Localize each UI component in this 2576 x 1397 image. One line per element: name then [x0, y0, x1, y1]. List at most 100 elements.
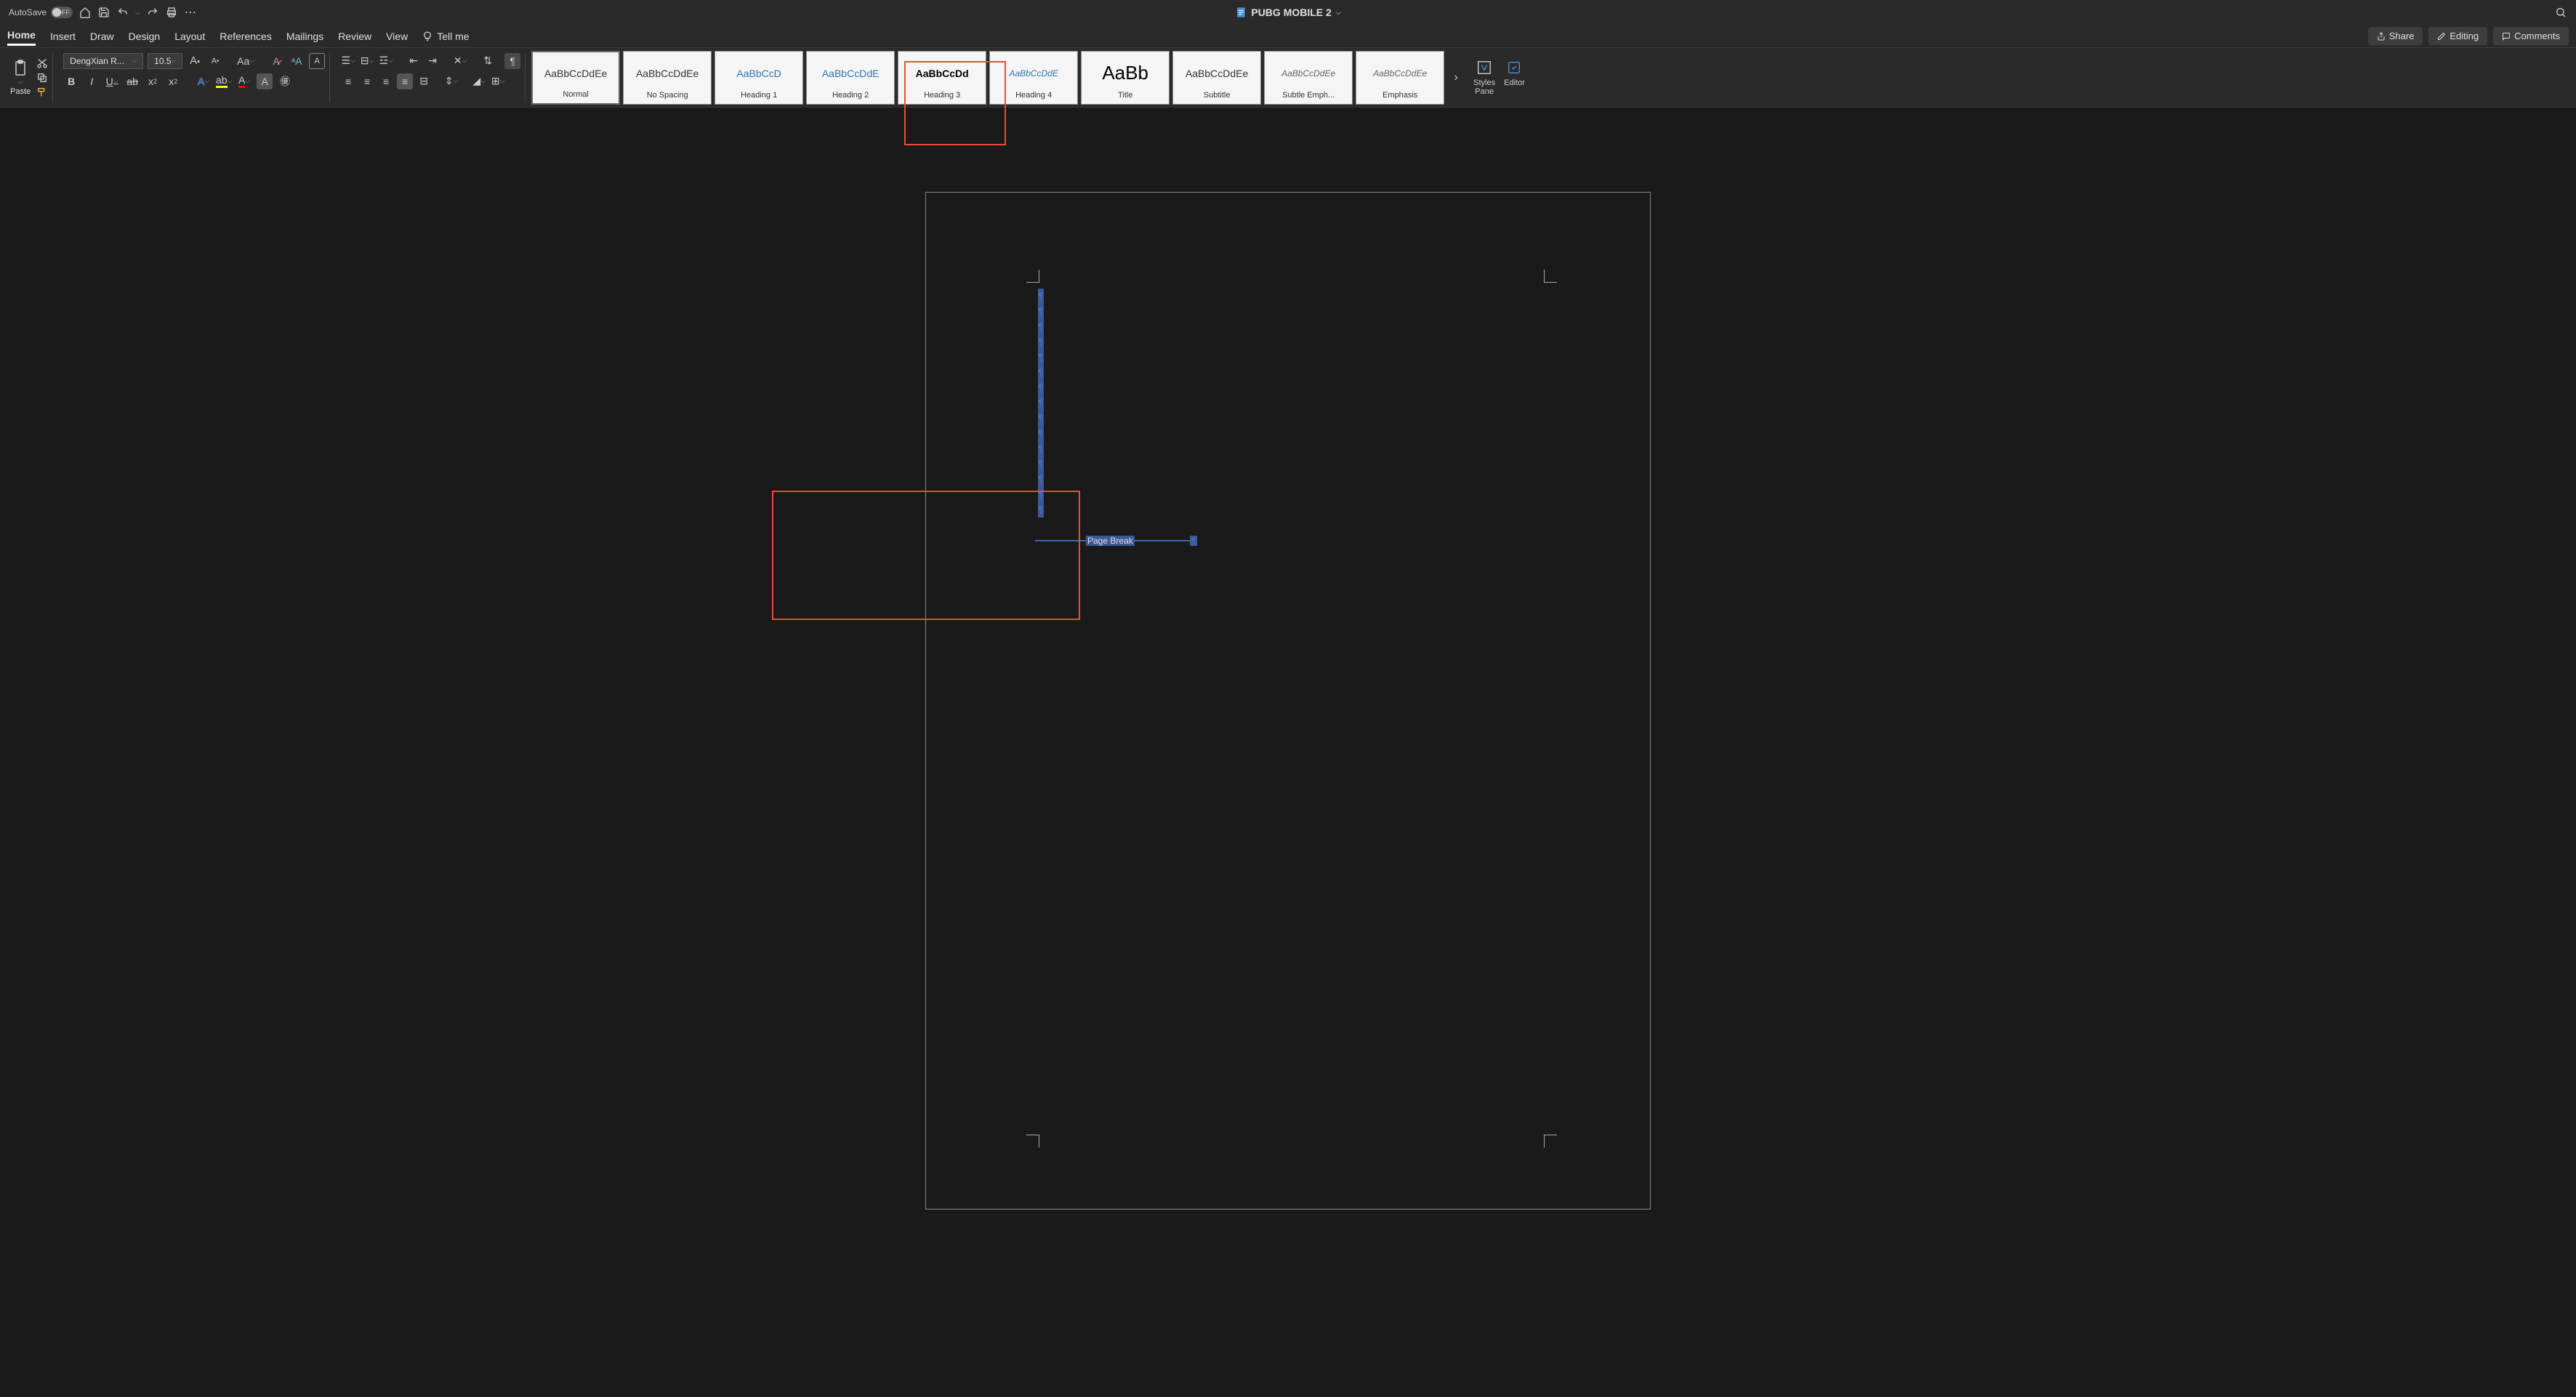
tab-layout[interactable]: Layout [174, 28, 205, 45]
italic-button[interactable]: I [84, 73, 100, 89]
superscript-button[interactable]: x2 [165, 73, 181, 89]
bullets-icon[interactable]: ☰⌵ [340, 53, 356, 69]
clear-format-icon[interactable]: A̷ [268, 53, 284, 69]
justify-icon[interactable]: ≡ [397, 73, 413, 89]
autosave-label: AutoSave [9, 7, 47, 17]
increase-indent-icon[interactable]: ⇥ [424, 53, 440, 69]
grow-font-icon[interactable]: A▴ [187, 53, 203, 69]
editor-label: Editor [1504, 78, 1525, 87]
share-button[interactable]: Share [2368, 27, 2423, 45]
style-card-heading-2[interactable]: AaBbCcDdEHeading 2 [806, 51, 895, 105]
enclose-char-icon[interactable]: ㊝ [277, 73, 293, 89]
pilcrow-mark: ¶ [1038, 350, 1044, 365]
style-preview: AaBbCcDdEe [1281, 56, 1335, 91]
page-break-label: Page Break [1086, 536, 1135, 546]
style-card-subtitle[interactable]: AaBbCcDdEeSubtitle [1172, 51, 1261, 105]
para-row-2: ≡ ≡ ≡ ≡ ⊟ ⇕⌵ ◢⌵ ⊞⌵ [340, 73, 506, 89]
strikethrough-button[interactable]: ab [124, 73, 140, 89]
style-preview: AaBbCcDd [916, 56, 969, 91]
borders-icon[interactable]: ⊞⌵ [490, 73, 506, 89]
decrease-indent-icon[interactable]: ⇤ [406, 53, 422, 69]
home-icon[interactable] [79, 6, 92, 19]
distributed-icon[interactable]: ⊟ [416, 73, 432, 89]
style-card-heading-1[interactable]: AaBbCcDHeading 1 [715, 51, 803, 105]
styles-pane-button[interactable]: Styles Pane [1473, 60, 1495, 96]
undo-icon[interactable] [116, 6, 129, 19]
align-center-icon[interactable]: ≡ [359, 73, 375, 89]
style-card-normal[interactable]: AaBbCcDdEeNormal [531, 51, 620, 105]
character-shading-icon[interactable]: A [257, 73, 273, 89]
bulb-icon [422, 31, 432, 41]
styles-more-button[interactable]: › [1450, 51, 1462, 105]
change-case-icon[interactable]: Aa⌵ [238, 53, 254, 69]
subscript-button[interactable]: x2 [145, 73, 161, 89]
clipboard-icon [12, 59, 29, 76]
style-preview: AaBbCcDdE [822, 56, 880, 91]
pilcrow-mark: ¶ [1038, 472, 1044, 487]
font-name-value: DengXian R... [70, 56, 124, 66]
phonetic-icon[interactable]: ᵃA [289, 53, 305, 69]
tab-review[interactable]: Review [338, 28, 371, 45]
align-left-icon[interactable]: ≡ [340, 73, 356, 89]
character-border-icon[interactable]: A [309, 53, 325, 69]
style-card-subtle-emph-[interactable]: AaBbCcDdEeSubtle Emph... [1264, 51, 1353, 105]
autosave-toggle[interactable]: AutoSave OFF [9, 7, 73, 18]
paragraph-group: ☰⌵ ⊟⌵ ☲⌵ ⇤ ⇥ ✕⌵ ⇅ ¶ ≡ ≡ ≡ ≡ ⊟ ⇕⌵ ◢⌵ ⊞⌵ [336, 53, 526, 102]
pilcrow-mark: ¶ [1038, 334, 1044, 350]
paste-button[interactable]: ⌵ Paste [10, 59, 31, 96]
style-card-heading-3[interactable]: AaBbCcDdHeading 3 [898, 51, 986, 105]
shrink-font-icon[interactable]: A▾ [207, 53, 223, 69]
search-icon[interactable] [2554, 6, 2567, 19]
editor-button[interactable]: Editor [1504, 60, 1525, 96]
save-icon[interactable] [97, 6, 110, 19]
margin-corner-br [1544, 1135, 1557, 1148]
font-color-icon[interactable]: A⌵ [236, 73, 252, 89]
style-name: Title [1118, 91, 1132, 100]
tab-home[interactable]: Home [7, 26, 36, 46]
print-icon[interactable] [165, 6, 178, 19]
tab-view[interactable]: View [386, 28, 408, 45]
show-paragraph-marks-button[interactable]: ¶ [504, 53, 520, 69]
tab-insert[interactable]: Insert [50, 28, 76, 45]
undo-dropdown[interactable]: ⌵ [135, 9, 140, 17]
paste-dropdown[interactable]: ⌵ [18, 78, 23, 86]
tell-me[interactable]: Tell me [422, 28, 469, 45]
sort-icon[interactable]: ⇅ [480, 53, 496, 69]
format-painter-icon[interactable] [36, 86, 48, 98]
font-group: DengXian R...⌵ 10.5⌵ A▴ A▾ Aa⌵ A̷ ᵃA A B… [59, 53, 330, 102]
font-name-select[interactable]: DengXian R...⌵ [63, 53, 143, 69]
comments-label: Comments [2514, 31, 2560, 41]
more-icon[interactable]: ⋯ [184, 6, 197, 19]
comments-button[interactable]: Comments [2493, 27, 2569, 45]
tell-me-label: Tell me [437, 31, 469, 42]
align-right-icon[interactable]: ≡ [378, 73, 394, 89]
page[interactable]: ¶ ¶ ¶ ¶ ¶ ¶ ¶ ¶ ¶ ¶ ¶ ¶ ¶ ¶ ¶ Page Break… [925, 192, 1651, 1209]
title-bar: AutoSave OFF ⌵ ⋯ PUBG MOBILE 2 ⌵ [0, 0, 2576, 25]
underline-button[interactable]: U⌵ [104, 73, 120, 89]
tab-references[interactable]: References [220, 28, 272, 45]
cut-icon[interactable] [36, 57, 48, 69]
style-card-heading-4[interactable]: AaBbCcDdEHeading 4 [989, 51, 1078, 105]
style-card-emphasis[interactable]: AaBbCcDdEeEmphasis [1356, 51, 1444, 105]
tab-draw[interactable]: Draw [90, 28, 114, 45]
highlight-color-icon[interactable]: ab⌵ [216, 73, 232, 89]
editing-button[interactable]: Editing [2428, 27, 2487, 45]
asian-layout-icon[interactable]: ✕⌵ [452, 53, 468, 69]
multilevel-icon[interactable]: ☲⌵ [378, 53, 394, 69]
title-dropdown[interactable]: ⌵ [1336, 9, 1341, 17]
style-card-title[interactable]: AaBbTitle [1081, 51, 1170, 105]
toggle-switch[interactable]: OFF [51, 7, 73, 18]
line-spacing-icon[interactable]: ⇕⌵ [443, 73, 459, 89]
font-size-select[interactable]: 10.5⌵ [148, 53, 182, 69]
text-effects-icon[interactable]: A⌵ [196, 73, 212, 89]
style-preview: AaBb [1102, 56, 1148, 91]
numbering-icon[interactable]: ⊟⌵ [359, 53, 375, 69]
bold-button[interactable]: B [63, 73, 79, 89]
shading-icon[interactable]: ◢⌵ [471, 73, 487, 89]
style-card-no-spacing[interactable]: AaBbCcDdEeNo Spacing [623, 51, 712, 105]
redo-icon[interactable] [146, 6, 159, 19]
tab-mailings[interactable]: Mailings [286, 28, 323, 45]
style-name: Heading 3 [924, 91, 960, 100]
tab-design[interactable]: Design [129, 28, 161, 45]
copy-icon[interactable] [36, 72, 48, 84]
